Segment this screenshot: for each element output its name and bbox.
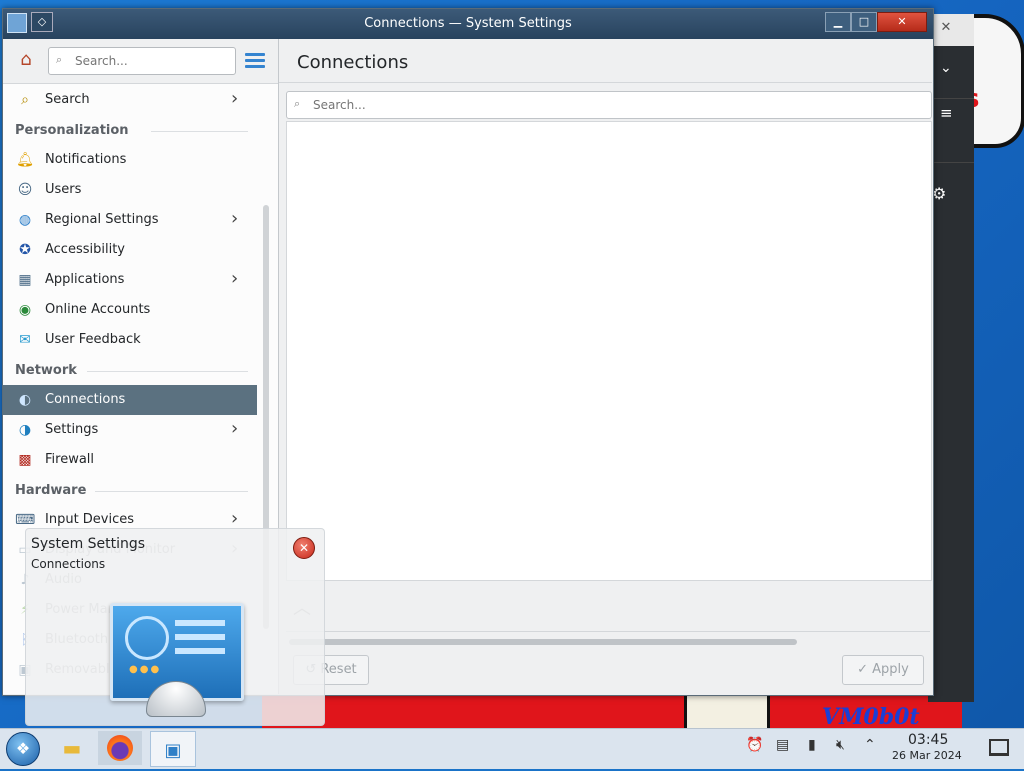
- show-desktop-icon[interactable]: [989, 739, 1009, 756]
- sidebar-item-connections[interactable]: ◐ Connections: [3, 385, 257, 415]
- users-icon: ☺: [17, 182, 33, 198]
- divider: [279, 82, 932, 83]
- apply-label: Apply: [872, 662, 909, 677]
- popup-title: System Settings: [31, 536, 146, 552]
- sidebar-item-user-feedback[interactable]: ✉ User Feedback: [3, 325, 257, 355]
- battery-icon[interactable]: ▮: [808, 737, 816, 753]
- chevron-right-icon: ›: [231, 88, 239, 109]
- sidebar-header: ⌂ ⌕: [3, 39, 278, 84]
- sidebar-item-search[interactable]: ⌕ Search ›: [3, 85, 257, 115]
- wallpaper-text: VM0b0t: [822, 704, 920, 730]
- sidebar-item-online-accounts[interactable]: ◉ Online Accounts: [3, 295, 257, 325]
- divider: [95, 491, 248, 492]
- globe-icon: ◍: [18, 212, 32, 228]
- online-accounts-icon: ◉: [18, 302, 32, 318]
- close-button[interactable]: ✕: [877, 12, 927, 32]
- sidebar-item-label: Notifications: [45, 152, 127, 167]
- sidebar-item-settings[interactable]: ◑ Settings ›: [3, 415, 257, 445]
- connections-list[interactable]: [286, 121, 932, 581]
- gear-icon[interactable]: ⚙: [932, 184, 946, 203]
- search-icon: ⌕: [294, 97, 301, 110]
- clipboard-icon[interactable]: ▤: [776, 737, 789, 753]
- sidebar-item-label: User Feedback: [45, 332, 141, 347]
- minimize-button[interactable]: ▁: [825, 12, 851, 32]
- sidebar-item-accessibility[interactable]: ✪ Accessibility: [3, 235, 257, 265]
- clock-time[interactable]: 03:45: [908, 732, 948, 748]
- divider: [928, 162, 974, 163]
- input-devices-icon: ⌨: [15, 512, 36, 528]
- network-settings-icon: ◑: [18, 422, 32, 438]
- sidebar-item-firewall[interactable]: ▩ Firewall: [3, 445, 257, 475]
- wallpaper-shape: [684, 690, 770, 730]
- sidebar-category: Hardware: [15, 483, 87, 498]
- sidebar-item-label: Applications: [45, 272, 125, 287]
- sidebar-search-input[interactable]: [73, 51, 227, 71]
- accessibility-icon: ✪: [19, 242, 31, 258]
- menu-icon[interactable]: ≡: [940, 104, 953, 122]
- hamburger-menu-icon[interactable]: [245, 53, 265, 69]
- sidebar-item-users[interactable]: ☺ Users: [3, 175, 257, 205]
- firewall-icon: ▩: [18, 452, 32, 468]
- popup-subtitle: Connections: [31, 557, 106, 571]
- taskbar: ❖ ▬ ▣ ⏰ ▤ ▮ 🔇︎ ⌃ 03:45 26 Mar 2024: [0, 728, 1024, 769]
- reset-label: Reset: [320, 662, 357, 677]
- divider: [928, 98, 974, 99]
- connections-search-input[interactable]: [311, 95, 465, 115]
- volume-muted-icon[interactable]: 🔇︎: [836, 737, 845, 753]
- system-settings-icon: ▣: [164, 740, 182, 761]
- sidebar-item-notifications[interactable]: 🔔︎ Notifications: [3, 145, 257, 175]
- sidebar-item-label: Users: [45, 182, 82, 197]
- sidebar-item-applications[interactable]: ▦ Applications ›: [3, 265, 257, 295]
- sidebar-item-regional-settings[interactable]: ◍ Regional Settings ›: [3, 205, 257, 235]
- window-title: Connections — System Settings: [364, 16, 572, 31]
- start-menu-button[interactable]: ❖: [6, 732, 40, 766]
- chevron-right-icon: ›: [231, 508, 239, 529]
- system-settings-task[interactable]: ▣: [150, 731, 196, 767]
- file-manager-icon[interactable]: ▬: [50, 731, 94, 765]
- close-icon[interactable]: ✕: [935, 19, 957, 37]
- sidebar-search[interactable]: ⌕: [48, 47, 236, 75]
- chevron-up-icon[interactable]: ⌃: [864, 737, 876, 753]
- sidebar-category: Personalization: [15, 123, 129, 138]
- sidebar-item-label: Input Devices: [45, 512, 135, 527]
- search-icon: ⌕: [21, 92, 29, 108]
- sidebar-item-label: Connections: [45, 392, 126, 407]
- firefox-icon[interactable]: [98, 731, 142, 765]
- main-content: Connections ⌕ ︿ ↺ Reset ✓ Apply: [279, 39, 932, 694]
- window-titlebar[interactable]: ◇ Connections — System Settings ▁ □ ✕: [3, 9, 933, 39]
- sidebar-item-label: Search: [45, 92, 90, 107]
- horizontal-scrollbar[interactable]: [289, 639, 797, 645]
- notifications-tray-icon[interactable]: ⏰: [746, 737, 763, 753]
- bell-icon: 🔔︎: [16, 152, 34, 168]
- chevron-right-icon: ›: [231, 418, 239, 439]
- maximize-button[interactable]: □: [851, 12, 877, 32]
- sidebar-item-label: Online Accounts: [45, 302, 151, 317]
- clock-date[interactable]: 26 Mar 2024: [892, 749, 962, 762]
- chevron-right-icon: ›: [231, 268, 239, 289]
- divider: [87, 371, 248, 372]
- search-icon: ⌕: [56, 53, 63, 66]
- applications-icon: ▦: [18, 272, 32, 288]
- apply-button[interactable]: ✓ Apply: [842, 655, 924, 685]
- sidebar-item-label: Settings: [45, 422, 99, 437]
- page-title: Connections: [297, 52, 409, 73]
- connections-search[interactable]: ⌕: [286, 91, 932, 119]
- sidebar-category: Network: [15, 363, 77, 378]
- feedback-icon: ✉: [19, 332, 31, 348]
- task-popup[interactable]: System Settings Connections ✕ ●●●: [25, 528, 325, 726]
- divider: [151, 131, 248, 132]
- network-connections-icon: ◐: [18, 392, 32, 408]
- sidebar-item-label: Firewall: [45, 452, 95, 467]
- home-icon[interactable]: ⌂: [15, 49, 37, 71]
- sidebar-item-label: Regional Settings: [45, 212, 159, 227]
- sidebar-item-label: Accessibility: [45, 242, 125, 257]
- chevron-right-icon: ›: [231, 208, 239, 229]
- close-icon[interactable]: ✕: [293, 537, 315, 559]
- divider: [286, 631, 930, 632]
- chevron-down-icon[interactable]: ⌄: [940, 60, 952, 76]
